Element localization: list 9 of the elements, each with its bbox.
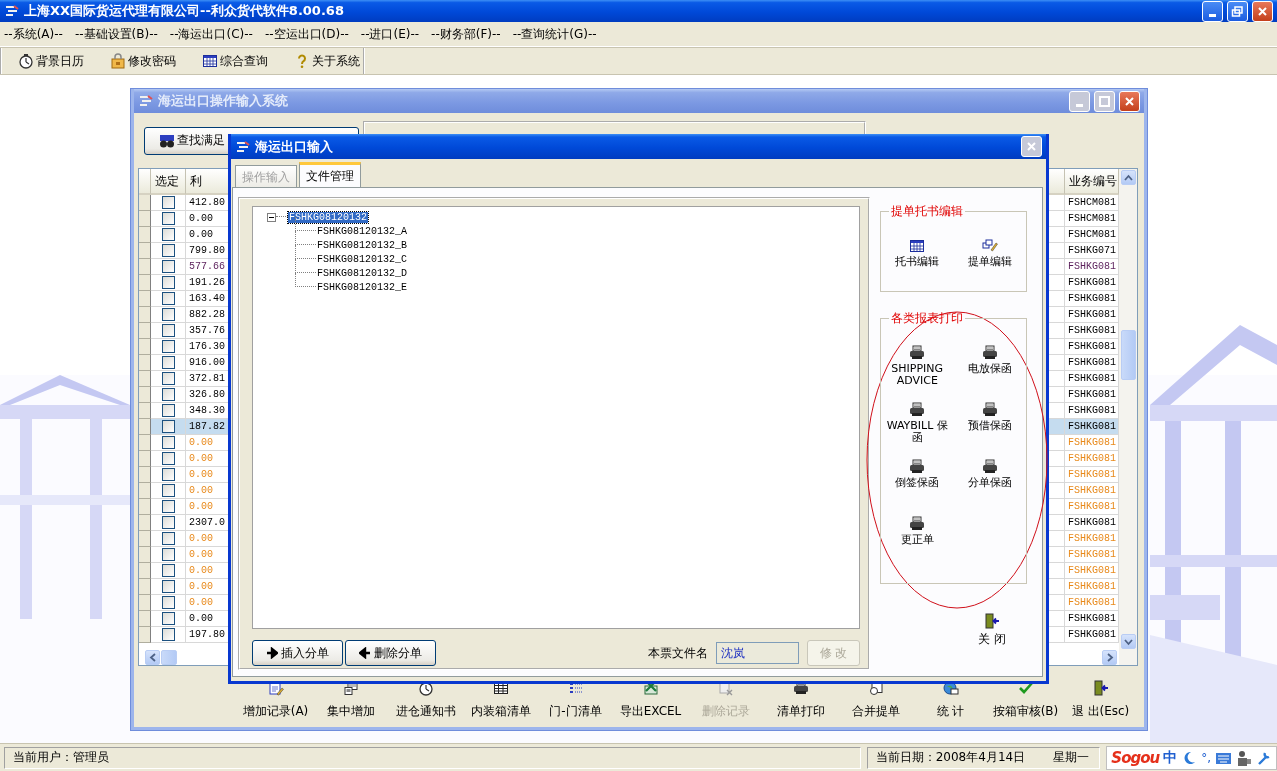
window-title: 海运出口操作输入系统 <box>158 92 289 110</box>
current-user: 当前用户：管理员 <box>13 749 109 766</box>
field-label: 本票文件名 <box>648 644 708 662</box>
current-date: 当前日期：2008年4月14日 <box>875 749 1026 766</box>
window-title: 上海XX国际货运代理有限公司--利众货代软件8.00.68 <box>24 2 345 20</box>
window-title: 海运出口输入 <box>255 137 334 156</box>
group-title: 提单托书编辑 <box>890 203 964 220</box>
weekday: 星期一 <box>1053 749 1090 766</box>
ime-logo: Sogou <box>1111 748 1160 767</box>
